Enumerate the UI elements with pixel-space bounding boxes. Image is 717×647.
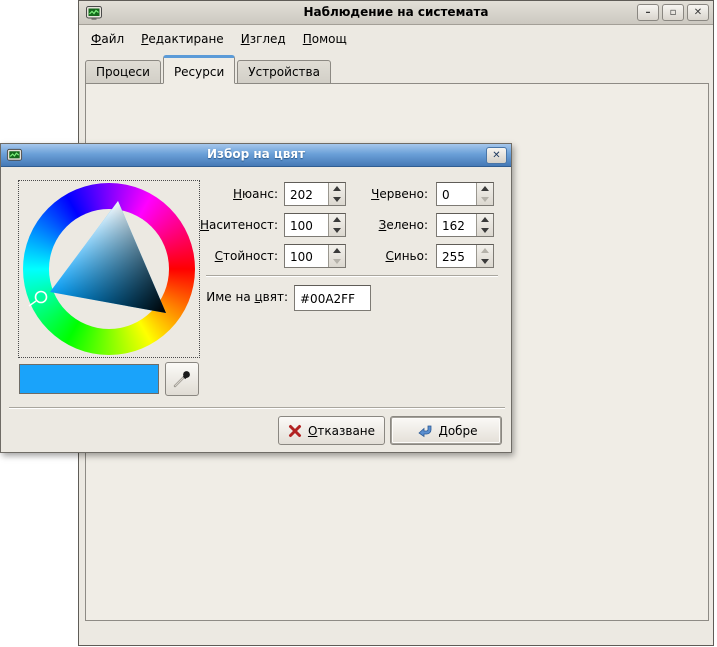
dialog-titlebar[interactable]: Избор на цвят ✕ (1, 144, 511, 167)
separator (9, 407, 505, 409)
hue-marker[interactable] (36, 292, 47, 303)
tab-processes[interactable]: Процеси (85, 60, 161, 84)
green-label: Зелено: (379, 218, 428, 232)
saturation-down-arrow[interactable] (329, 225, 345, 236)
minimize-button[interactable]: – (637, 4, 659, 21)
blue-down-arrow[interactable] (477, 256, 493, 267)
red-spinbutton[interactable] (436, 182, 494, 206)
eyedropper-icon (171, 368, 193, 390)
menu-view[interactable]: Изглед (241, 32, 286, 46)
red-up-arrow[interactable] (477, 183, 493, 194)
hue-spinbutton[interactable] (284, 182, 346, 206)
close-button[interactable]: ✕ (687, 4, 709, 21)
dialog-close-button[interactable]: ✕ (486, 147, 507, 164)
tab-bar: Процеси Ресурси Устройства (85, 55, 333, 84)
eyedropper-button[interactable] (165, 362, 199, 396)
menu-file[interactable]: Файл (91, 32, 124, 46)
hue-down-arrow[interactable] (329, 194, 345, 205)
maximize-button[interactable]: ▫ (662, 4, 684, 21)
hue-label: Нюанс: (233, 187, 278, 201)
tab-resources[interactable]: Ресурси (163, 55, 235, 84)
menu-edit[interactable]: Редактиране (141, 32, 224, 46)
value-up-arrow[interactable] (329, 245, 345, 256)
blue-input[interactable] (437, 245, 476, 267)
menubar: Файл Редактиране Изглед Помощ (79, 26, 713, 51)
window-title: Наблюдение на системата (79, 5, 713, 19)
red-label: Червено: (371, 187, 428, 201)
separator (206, 275, 498, 277)
red-down-arrow[interactable] (477, 194, 493, 205)
blue-spinbutton[interactable] (436, 244, 494, 268)
saturation-spinbutton[interactable] (284, 213, 346, 237)
blue-label: Синьо: (386, 249, 429, 263)
ok-button[interactable]: Добре (390, 416, 502, 445)
saturation-label: Наситеност: (200, 218, 278, 232)
color-name-label: Име на цвят: (151, 290, 288, 304)
ok-enter-arrow-icon (414, 423, 432, 438)
green-down-arrow[interactable] (477, 225, 493, 236)
cancel-x-icon (288, 424, 302, 438)
red-input[interactable] (437, 183, 476, 205)
menu-help[interactable]: Помощ (303, 32, 347, 46)
hue-input[interactable] (285, 183, 328, 205)
color-name-entry[interactable] (294, 285, 371, 311)
green-spinbutton[interactable] (436, 213, 494, 237)
window-titlebar[interactable]: Наблюдение на системата – ▫ ✕ (79, 1, 713, 25)
saturation-value-triangle[interactable] (19, 181, 201, 359)
desktop: Наблюдение на системата – ▫ ✕ Файл Редак… (0, 0, 717, 647)
cancel-button[interactable]: Отказване (278, 416, 385, 445)
green-up-arrow[interactable] (477, 214, 493, 225)
hue-up-arrow[interactable] (329, 183, 345, 194)
value-input[interactable] (285, 245, 328, 267)
saturation-up-arrow[interactable] (329, 214, 345, 225)
color-wheel[interactable] (18, 180, 200, 358)
color-name-input[interactable] (295, 286, 370, 310)
value-label: Стойност: (215, 249, 278, 263)
value-spinbutton[interactable] (284, 244, 346, 268)
color-preview-swatch (19, 364, 159, 394)
saturation-input[interactable] (285, 214, 328, 236)
tab-devices[interactable]: Устройства (237, 60, 331, 84)
color-picker-dialog: Избор на цвят ✕ (0, 143, 512, 453)
blue-up-arrow[interactable] (477, 245, 493, 256)
value-down-arrow[interactable] (329, 256, 345, 267)
dialog-title: Избор на цвят (1, 147, 511, 161)
green-input[interactable] (437, 214, 476, 236)
